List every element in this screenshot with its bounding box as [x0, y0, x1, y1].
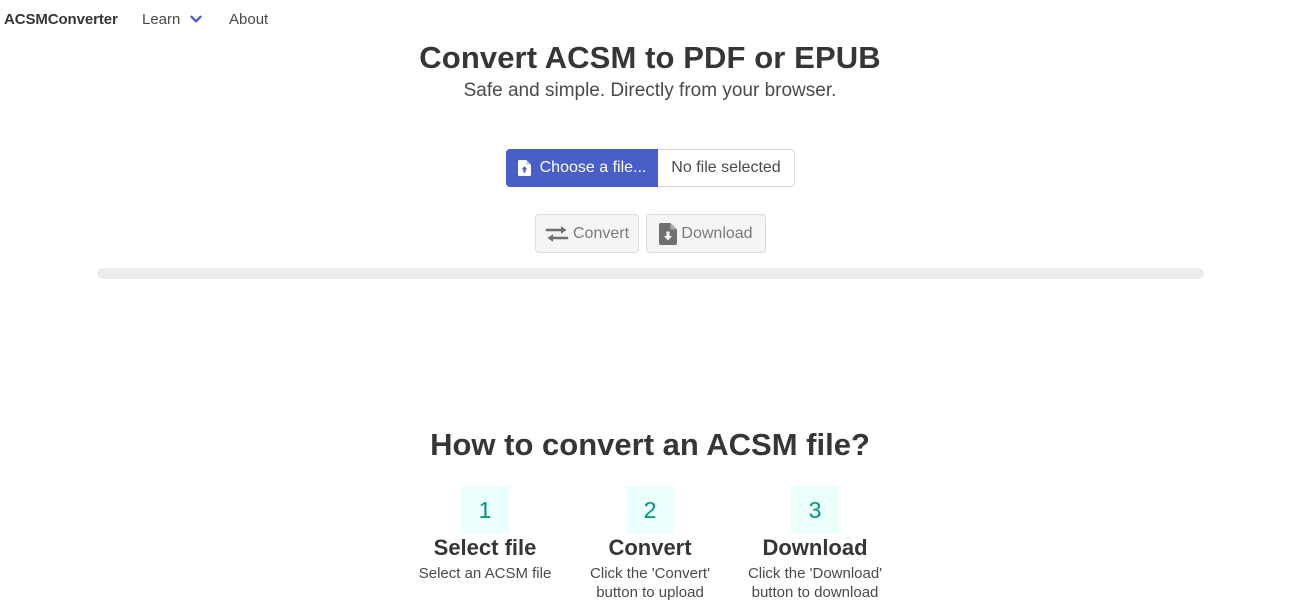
exchange-icon	[545, 225, 569, 243]
step-title: Convert	[608, 535, 692, 560]
step-title: Download	[762, 535, 868, 560]
nav-learn-label: Learn	[142, 11, 181, 28]
convert-button[interactable]: Convert	[535, 214, 639, 253]
brand-logo[interactable]: ACSMConverter	[4, 11, 118, 28]
step-card: 3 Download Click the 'Download' button t…	[730, 486, 900, 602]
step-description-line: Click the 'Download'	[747, 565, 883, 582]
choose-file-label: Choose a file...	[539, 159, 647, 176]
nav-learn-dropdown[interactable]: Learn	[142, 11, 203, 28]
file-upload-icon	[517, 160, 531, 176]
step-description-line: button to upload	[596, 584, 704, 601]
step-number-badge: 1	[461, 486, 509, 534]
step-description: Click the 'Convert' button to upload	[565, 564, 735, 602]
page-title: Convert ACSM to PDF or EPUB	[419, 40, 881, 75]
step-title: Select file	[433, 535, 537, 560]
file-input: Choose a file... No file selected	[506, 149, 795, 187]
howto-title: How to convert an ACSM file?	[430, 427, 870, 462]
step-description: Select an ACSM file	[400, 564, 570, 583]
conversion-progress-bar	[97, 268, 1204, 279]
navbar: ACSMConverter Learn About	[0, 0, 1300, 40]
download-button[interactable]: Download	[646, 214, 766, 253]
step-card: 1 Select file Select an ACSM file	[400, 486, 570, 583]
nav-about-link[interactable]: About	[229, 11, 268, 28]
step-description-line: Select an ACSM file	[418, 565, 552, 582]
convert-label: Convert	[572, 224, 630, 242]
step-description: Click the 'Download' button to download	[730, 564, 900, 602]
step-description-line: button to download	[751, 584, 879, 601]
file-name-display: No file selected	[658, 149, 795, 187]
step-card: 2 Convert Click the 'Convert' button to …	[565, 486, 735, 602]
step-description-line: Click the 'Convert'	[590, 565, 710, 582]
chevron-down-icon	[190, 15, 203, 24]
page-subtitle: Safe and simple. Directly from your brow…	[463, 80, 837, 101]
step-number-badge: 2	[626, 486, 674, 534]
choose-file-button[interactable]: Choose a file...	[506, 149, 658, 187]
download-label: Download	[681, 224, 753, 242]
file-download-icon	[659, 222, 678, 245]
step-number-badge: 3	[791, 486, 839, 534]
